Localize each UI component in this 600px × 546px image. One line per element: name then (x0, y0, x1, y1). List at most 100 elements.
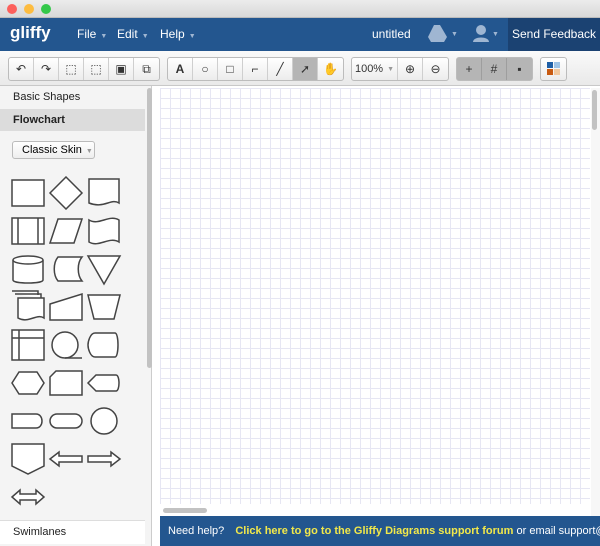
send-back-button[interactable]: ⧉ (134, 58, 159, 80)
card-icon (49, 370, 83, 396)
edit-tools: ↶ ↷ ⬚ ⬚ ▣ ⧉ (8, 57, 160, 81)
section-swimlanes[interactable]: Swimlanes (0, 520, 145, 544)
help-footer: Need help? Click here to go to the Gliff… (160, 516, 600, 546)
help-text: Need help? (168, 525, 225, 537)
shape-display-alt[interactable] (86, 366, 122, 400)
shape-off-page-connector[interactable] (10, 442, 46, 476)
menu-file[interactable]: File ▼ (77, 27, 107, 41)
maximize-window-button[interactable] (41, 4, 51, 14)
shape-connector[interactable] (86, 404, 122, 438)
hand-icon: ✋ (323, 62, 338, 76)
display-alt-icon (86, 374, 120, 392)
pointer-icon: ➚ (299, 62, 311, 76)
grid-icon: # (490, 62, 498, 76)
shape-database[interactable] (10, 252, 46, 286)
text-tool[interactable]: A (168, 58, 193, 80)
gliffy-logo[interactable]: gliffy (10, 23, 51, 43)
zoom-in-button[interactable]: ⊕ (398, 58, 423, 80)
ungroup-button[interactable]: ⬚ (84, 58, 109, 80)
svg-text:▼: ▼ (451, 31, 457, 38)
arrow-right-icon (87, 450, 122, 468)
grid-toggle[interactable]: # (482, 58, 507, 80)
predefined-process-icon (11, 217, 45, 245)
close-window-button[interactable] (7, 4, 17, 14)
bring-front-button[interactable]: ▣ (109, 58, 134, 80)
shape-internal-storage[interactable] (10, 328, 46, 362)
group-icon: ⬚ (65, 62, 77, 76)
canvas-horizontal-scrollbar[interactable] (163, 508, 207, 513)
section-flowchart[interactable]: Flowchart (0, 109, 145, 131)
window-titlebar (0, 0, 600, 18)
text-icon: A (175, 62, 185, 76)
google-drive-icon: ▼ (428, 25, 458, 42)
grid-tools: + # ▪ (456, 57, 533, 81)
sidebar-scrollbar[interactable] (147, 88, 152, 368)
user-menu[interactable]: ▼ (472, 23, 502, 48)
shape-arrow-double[interactable] (10, 480, 46, 514)
shape-process[interactable] (10, 176, 46, 210)
google-drive-menu[interactable]: ▼ (427, 24, 458, 47)
rectangle-tool[interactable]: □ (218, 58, 243, 80)
canvas-vertical-scroll-track (591, 88, 600, 518)
shape-sequential-data[interactable] (48, 328, 84, 362)
shape-manual-operation[interactable] (86, 290, 122, 324)
redo-button[interactable]: ↷ (34, 58, 59, 80)
shape-data[interactable] (48, 214, 84, 248)
document-icon (88, 178, 120, 206)
multi-document-icon (12, 290, 45, 321)
section-basic-shapes[interactable]: Basic Shapes (0, 86, 145, 108)
ellipse-tool[interactable]: ○ (193, 58, 218, 80)
shape-merge[interactable] (86, 252, 122, 286)
undo-icon: ↶ (15, 62, 27, 76)
shape-stored-data[interactable] (48, 252, 84, 286)
guides-toggle[interactable]: + (457, 58, 482, 80)
theme-button[interactable] (541, 58, 566, 80)
shape-display[interactable] (86, 328, 122, 362)
zoom-out-icon: ⊖ (430, 62, 441, 76)
arrow-left-icon (48, 450, 83, 468)
zoom-in-icon: ⊕ (404, 62, 416, 76)
canvas-vertical-scrollbar[interactable] (592, 90, 597, 130)
shape-terminator[interactable] (48, 404, 84, 438)
zoom-select[interactable]: 100% ▼ (352, 58, 398, 80)
zoom-out-button[interactable]: ⊖ (423, 58, 448, 80)
shape-arrow-left[interactable] (48, 442, 84, 476)
document-title[interactable]: untitled (372, 27, 411, 41)
svg-text:▼: ▼ (492, 31, 499, 38)
zoom-tools: 100% ▼ ⊕ ⊖ (351, 57, 449, 81)
ungroup-icon: ⬚ (90, 62, 102, 76)
pan-tool[interactable]: ✋ (318, 58, 343, 80)
support-forum-link[interactable]: Click here to go to the Gliffy Diagrams … (235, 525, 513, 537)
shape-preparation[interactable] (10, 366, 46, 400)
menu-edit[interactable]: Edit ▼ (117, 27, 149, 41)
decision-icon (48, 175, 84, 211)
shape-decision[interactable] (48, 175, 84, 211)
shape-arrow-right[interactable] (86, 442, 122, 476)
off-page-connector-icon (11, 443, 45, 475)
skin-select[interactable]: Classic Skin ▼ (12, 141, 95, 159)
shape-document[interactable] (86, 176, 122, 210)
connector-icon: ⌐ (251, 62, 259, 76)
send-feedback-button[interactable]: Send Feedback (508, 18, 600, 51)
shape-predefined-process[interactable] (10, 214, 46, 248)
internal-storage-icon (11, 329, 45, 361)
snap-toggle[interactable]: ▪ (507, 58, 532, 80)
pointer-tool[interactable]: ➚ (293, 58, 318, 80)
shape-tape[interactable] (86, 214, 122, 248)
shape-multi-document[interactable] (10, 290, 46, 324)
circle-icon: ○ (201, 62, 209, 76)
undo-button[interactable]: ↶ (9, 58, 34, 80)
sequential-data-icon (51, 331, 82, 359)
minimize-window-button[interactable] (24, 4, 34, 14)
shape-delay[interactable] (10, 404, 46, 438)
group-button[interactable]: ⬚ (59, 58, 84, 80)
line-tool[interactable]: ╱ (268, 58, 293, 80)
shape-card[interactable] (48, 366, 84, 400)
shape-manual-input[interactable] (48, 290, 84, 324)
chevron-down-icon: ▼ (141, 33, 149, 40)
connector-tool[interactable]: ⌐ (243, 58, 268, 80)
zoom-value: 100% (354, 63, 384, 75)
menu-help[interactable]: Help ▼ (160, 27, 196, 41)
drawing-canvas[interactable] (160, 88, 590, 504)
stored-data-icon (53, 256, 84, 282)
